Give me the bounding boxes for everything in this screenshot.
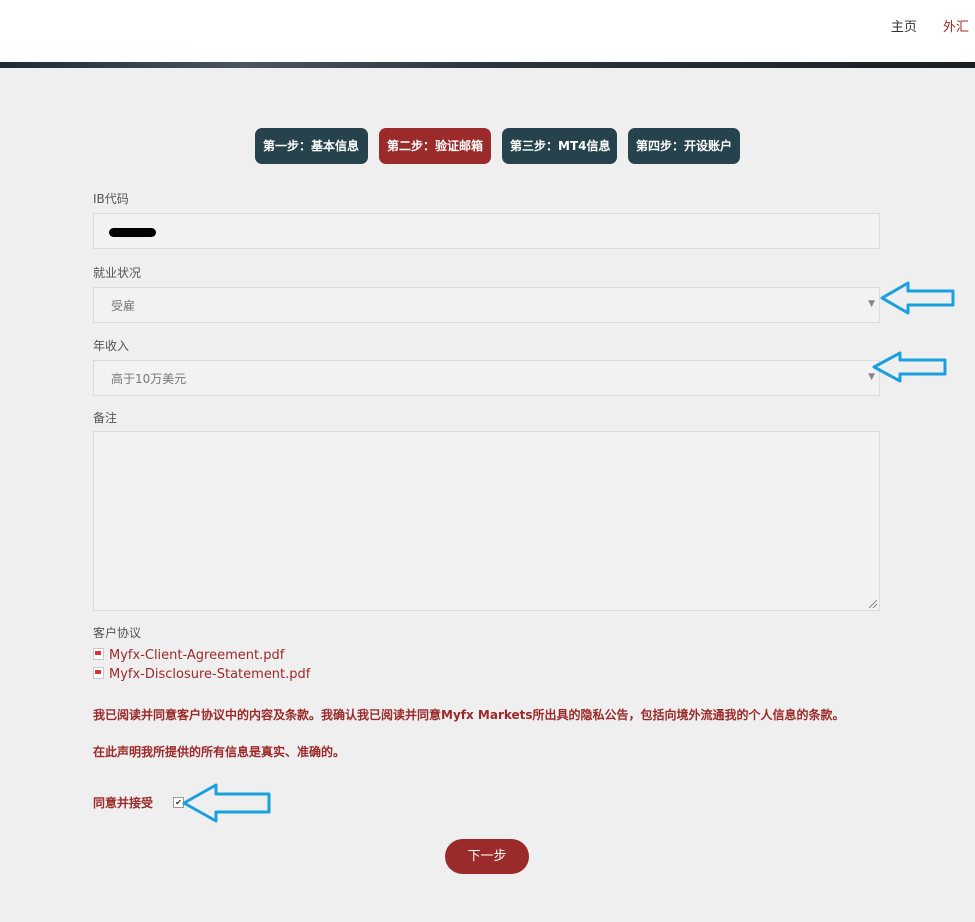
- pdf-icon: [93, 648, 104, 660]
- agreement-label: 客户协议: [93, 626, 142, 640]
- employment-label: 就业状况: [93, 266, 142, 280]
- step-1-basic-info[interactable]: 第一步：基本信息: [255, 128, 368, 164]
- next-step-button[interactable]: 下一步: [445, 839, 529, 874]
- annotation-arrow-icon: [872, 351, 947, 383]
- client-agreement-filename: Myfx-Client-Agreement.pdf: [109, 648, 285, 663]
- income-label: 年收入: [93, 339, 130, 353]
- nav-forex-link[interactable]: 外汇: [943, 20, 969, 35]
- remarks-label: 备注: [93, 411, 118, 425]
- registration-form: IB代码 就业状况 受雇 ▼ 年收入 高于10万美元 ▼ 备注 客户协议 Myf…: [93, 191, 880, 810]
- top-bar: 主页 外汇: [0, 0, 975, 62]
- nav-home-link[interactable]: 主页: [891, 20, 917, 35]
- remarks-textarea[interactable]: [93, 431, 880, 611]
- redacted-ib-code: [109, 228, 156, 237]
- privacy-notice: 我已阅读并同意客户协议中的内容及条款。我确认我已阅读并同意Myfx Market…: [93, 708, 845, 722]
- accuracy-declaration: 在此声明我所提供的所有信息是真实、准确的。: [93, 745, 346, 759]
- agree-label: 同意并接受: [93, 796, 154, 810]
- annotation-arrow-icon: [880, 281, 955, 315]
- top-nav: 主页 外汇: [869, 16, 969, 35]
- pdf-icon: [93, 667, 104, 679]
- client-agreement-link[interactable]: Myfx-Client-Agreement.pdf: [93, 646, 880, 665]
- income-value: 高于10万美元: [111, 372, 187, 386]
- resize-handle-icon[interactable]: [869, 600, 877, 608]
- disclosure-statement-link[interactable]: Myfx-Disclosure-Statement.pdf: [93, 665, 880, 684]
- employment-value: 受雇: [111, 299, 136, 313]
- chevron-down-icon: ▼: [868, 299, 875, 309]
- disclosure-statement-filename: Myfx-Disclosure-Statement.pdf: [109, 667, 311, 682]
- annotation-arrow-icon: [182, 783, 271, 823]
- employment-select[interactable]: 受雇 ▼: [93, 287, 880, 323]
- header-band: [0, 62, 975, 68]
- ib-code-field[interactable]: [93, 213, 880, 249]
- step-3-mt4-info[interactable]: 第三步：MT4信息: [502, 128, 617, 164]
- step-2-verify-email[interactable]: 第二步：验证邮箱: [379, 128, 491, 164]
- ib-code-label: IB代码: [93, 192, 129, 206]
- income-select[interactable]: 高于10万美元 ▼: [93, 360, 880, 396]
- step-4-open-account[interactable]: 第四步：开设账户: [628, 128, 740, 164]
- step-tabs: 第一步：基本信息 第二步：验证邮箱 第三步：MT4信息 第四步：开设账户: [255, 128, 751, 164]
